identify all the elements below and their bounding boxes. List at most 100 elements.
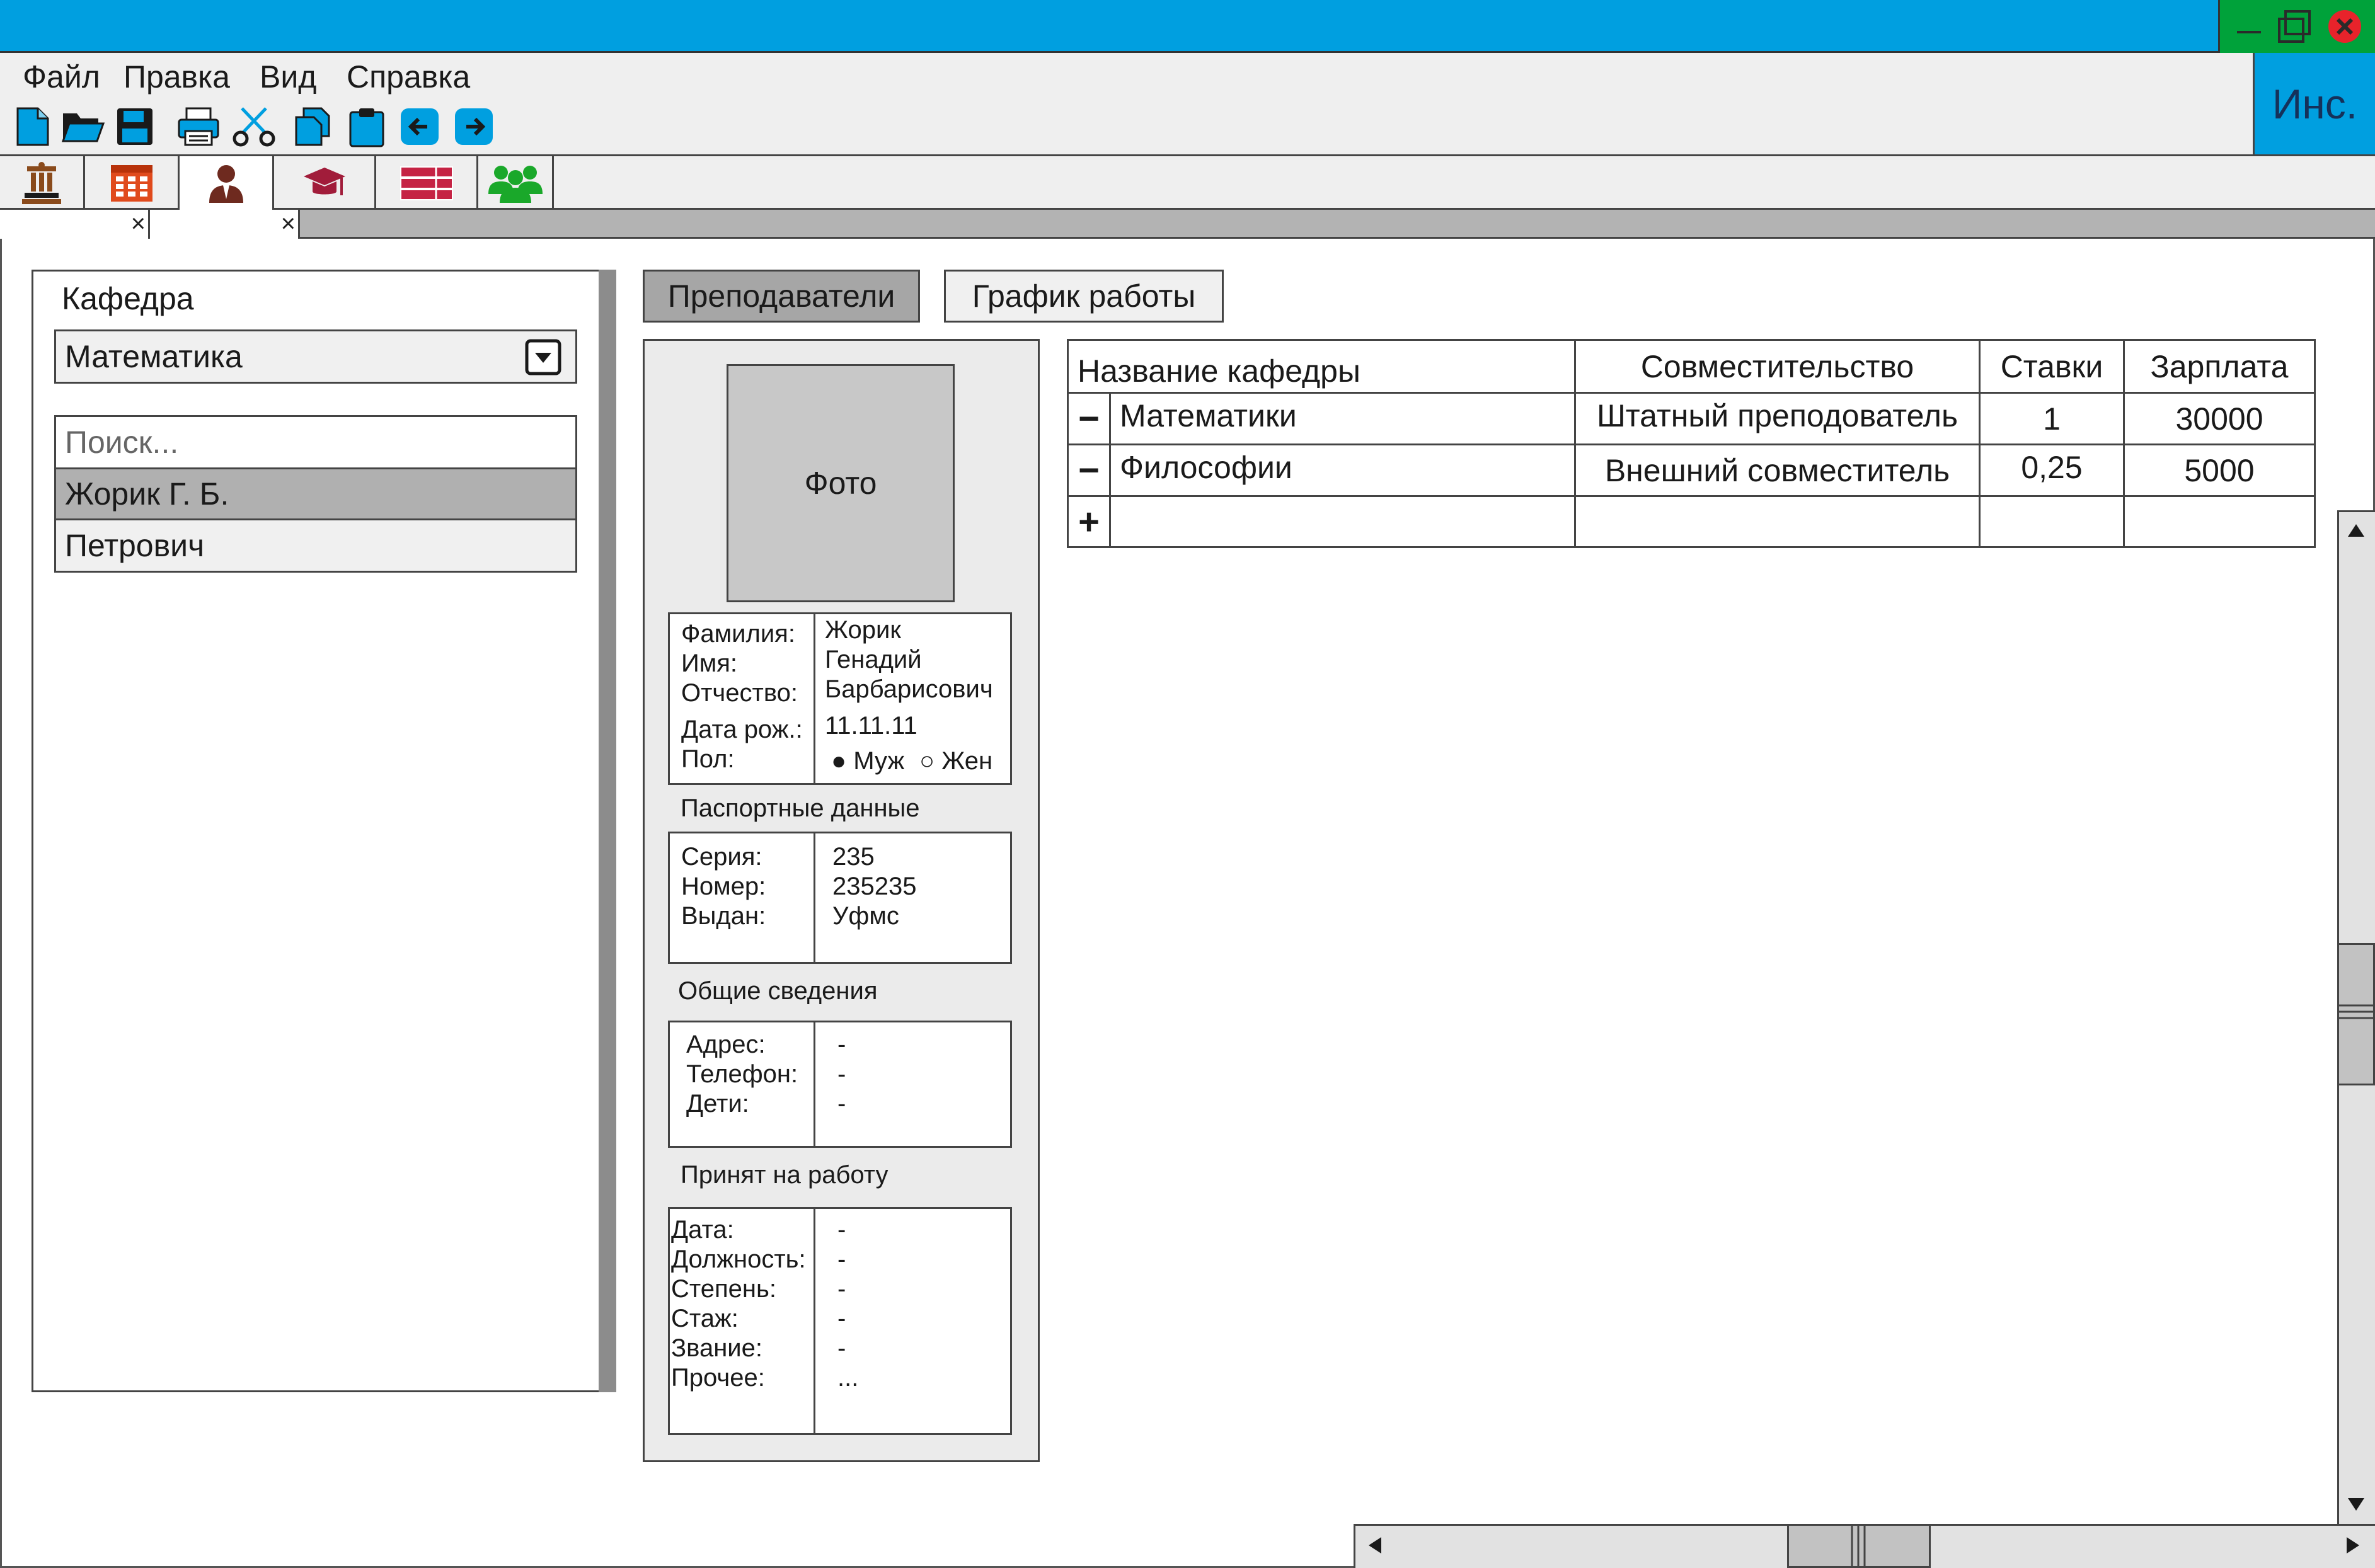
field-label: Имя:: [681, 650, 738, 677]
patronymic-value: Барбарисович: [825, 675, 993, 703]
module-tab-education[interactable]: [274, 156, 376, 210]
field-label: Степень:: [671, 1275, 776, 1303]
field-label: Адрес:: [686, 1031, 766, 1058]
menu-toolbar-area: [0, 53, 2253, 156]
window-controls: [2218, 0, 2375, 53]
open-folder-icon[interactable]: [60, 106, 105, 147]
title-bar: [0, 0, 2375, 53]
menu-file[interactable]: Файл: [23, 58, 100, 96]
gender-radio-male[interactable]: ● Муж: [831, 747, 904, 776]
cut-icon[interactable]: [232, 106, 275, 147]
field-label: Фамилия:: [681, 620, 795, 648]
gender-male-label: Муж: [853, 747, 905, 775]
passport-issuer-value: Уфмс: [832, 902, 899, 930]
first-name-value: Генадий: [825, 646, 922, 673]
field-label: Дата рож.:: [681, 716, 803, 743]
module-tab-teachers[interactable]: [180, 156, 274, 210]
table-cell-empty[interactable]: [2123, 495, 2316, 548]
general-info-box: Адрес: Телефон: Дети: - - -: [668, 1021, 1012, 1148]
teacher-icon: [209, 164, 243, 203]
scroll-left-icon[interactable]: [1361, 1531, 1390, 1563]
field-label: Пол:: [681, 745, 735, 773]
other-value: ...: [837, 1364, 859, 1392]
document-tab[interactable]: ×: [0, 210, 150, 239]
paste-icon[interactable]: [347, 106, 387, 147]
chevron-down-icon[interactable]: [525, 339, 561, 383]
section-title-general: Общие сведения: [678, 977, 878, 1005]
passport-box: Серия: Номер: Выдан: 235 235235 Уфмс: [668, 832, 1012, 964]
app-badge: Инс.: [2253, 53, 2375, 156]
menu-edit[interactable]: Правка: [124, 58, 230, 96]
close-icon[interactable]: [2327, 9, 2362, 44]
add-row-button[interactable]: +: [1067, 495, 1111, 548]
tab-work-schedule[interactable]: График работы: [944, 270, 1224, 323]
horizontal-scroll-thumb[interactable]: [1787, 1524, 1931, 1568]
new-file-icon[interactable]: [13, 106, 53, 147]
list-item[interactable]: Петрович: [54, 518, 577, 573]
copy-icon[interactable]: [292, 106, 333, 147]
graduation-cap-icon: [303, 167, 345, 195]
search-input[interactable]: Поиск...: [54, 415, 577, 469]
scroll-down-icon[interactable]: [2342, 1489, 2371, 1521]
last-name-value: Жорик: [825, 616, 901, 644]
table-cell-empty[interactable]: [1574, 495, 1981, 548]
list-item[interactable]: Жорик Г. Б.: [54, 467, 577, 520]
remove-row-button[interactable]: −: [1067, 392, 1111, 445]
back-arrow-icon[interactable]: [400, 106, 440, 147]
forward-arrow-icon[interactable]: [454, 106, 494, 147]
menu-view[interactable]: Вид: [260, 58, 316, 96]
table-cell-dept[interactable]: Философии: [1109, 444, 1576, 497]
field-label: Звание:: [671, 1334, 762, 1362]
maximize-icon[interactable]: [2277, 9, 2312, 44]
list-item-label: Петрович: [65, 528, 205, 563]
scroll-up-icon[interactable]: [2342, 517, 2371, 549]
save-icon[interactable]: [115, 106, 155, 147]
field-label: Стаж:: [671, 1305, 739, 1332]
vertical-scroll-thumb[interactable]: [2337, 943, 2375, 1085]
hire-date-value: -: [837, 1216, 846, 1244]
table-cell-dept[interactable]: Математики: [1109, 392, 1576, 445]
module-tab-institution[interactable]: [0, 156, 85, 210]
table-cell-salary[interactable]: 5000: [2123, 444, 2316, 497]
panel-scrollbar[interactable]: [599, 270, 616, 1392]
tab-close-icon[interactable]: ×: [131, 210, 146, 237]
minimize-icon[interactable]: [2231, 9, 2267, 44]
phone-value: -: [837, 1060, 846, 1088]
section-title-passport: Паспортные данные: [681, 794, 920, 822]
field-label: Должность:: [671, 1245, 806, 1273]
schedule-icon: [110, 164, 152, 202]
menu-help[interactable]: Справка: [347, 58, 470, 96]
module-tab-groups[interactable]: [478, 156, 554, 210]
field-label: Выдан:: [681, 902, 766, 930]
table-cell-salary[interactable]: 30000: [2123, 392, 2316, 445]
degree-value: -: [837, 1275, 846, 1303]
module-tab-schedule[interactable]: [85, 156, 180, 210]
module-tab-library[interactable]: [376, 156, 478, 210]
table-cell-type[interactable]: Штатный преподователь: [1574, 392, 1981, 445]
gender-female-label: Жен: [941, 747, 993, 775]
print-icon[interactable]: [176, 106, 219, 147]
table-cell-empty[interactable]: [1109, 495, 1576, 548]
department-select[interactable]: Математика: [54, 329, 577, 384]
search-placeholder: Поиск...: [65, 425, 179, 460]
address-value: -: [837, 1031, 846, 1058]
document-tab[interactable]: ×: [150, 210, 300, 239]
table-cell-empty[interactable]: [1979, 495, 2125, 548]
column-header-type: Совместительство: [1574, 339, 1981, 394]
tab-close-icon[interactable]: ×: [281, 210, 296, 237]
field-label: Серия:: [681, 843, 762, 871]
position-value: -: [837, 1245, 846, 1273]
employment-box: Дата: Должность: Степень: Стаж: Звание: …: [668, 1207, 1012, 1435]
remove-row-button[interactable]: −: [1067, 444, 1111, 497]
table-cell-rate[interactable]: 1: [1979, 392, 2125, 445]
scroll-right-icon[interactable]: [2338, 1531, 2367, 1563]
group-icon: [488, 165, 543, 203]
title-value: -: [837, 1334, 846, 1362]
table-cell-rate[interactable]: 0,25: [1979, 444, 2125, 497]
photo-label: Фото: [804, 466, 877, 501]
institution-icon: [22, 161, 61, 204]
tab-teachers[interactable]: Преподаватели: [643, 270, 920, 323]
gender-radio-female[interactable]: ○ Жен: [919, 747, 992, 776]
table-cell-type[interactable]: Внешний совместитель: [1574, 444, 1981, 497]
field-label: Номер:: [681, 873, 766, 900]
